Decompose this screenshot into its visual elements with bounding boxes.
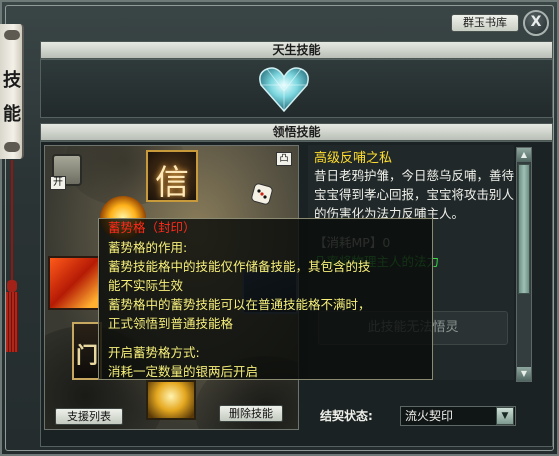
tooltip-line: 能不实际生效 [108, 278, 184, 293]
tooltip-line: 蓄势格中的蓄势技能可以在普通技能格不满时， [108, 297, 371, 312]
tooltip-line: 蓄势格的作用: [108, 240, 188, 255]
xin-glyph: 信 [155, 163, 189, 203]
skill-slot-fire[interactable] [48, 256, 100, 310]
scroll-down-arrow-icon[interactable]: ▼ [517, 367, 531, 381]
tooltip-line: 正式领悟到普通技能格 [108, 316, 234, 331]
skill-description: 昔日老鸦护雏，今日慈乌反哺，善待宝宝得到孝心回报，宝宝将攻击别人的伤害化为法力反… [314, 168, 515, 221]
tab-knob-bottom [4, 142, 20, 152]
innate-skills-header: 天生技能 [40, 41, 553, 59]
gate-glyph: 门 [76, 344, 99, 369]
tab-knob-top [4, 30, 20, 40]
tooltip-line: 消耗一定数量的银两后开启 [108, 364, 259, 379]
tooltip-gap [108, 333, 430, 343]
tooltip-body: 蓄势格的作用: 蓄势技能格中的技能仅作储备技能，其包含的技 能不实际生效 蓄势格… [108, 238, 430, 381]
scroll-up-arrow-icon[interactable]: ▲ [517, 148, 531, 162]
pact-status-label: 结契状态: [320, 409, 373, 423]
heart-crystal-icon[interactable] [255, 61, 313, 115]
scroll-thumb[interactable] [518, 164, 530, 294]
tooltip-title: 蓄势格（封印） [108, 220, 196, 235]
tassel-decoration [6, 160, 18, 352]
open-tag: 开 [50, 176, 66, 190]
chevron-down-icon[interactable]: ▼ [496, 407, 514, 425]
tu-tag: 凸 [276, 152, 292, 166]
library-button[interactable]: 群玉书库 [451, 14, 519, 32]
dice-icon[interactable] [250, 182, 274, 206]
skill-slot-bottom[interactable] [146, 380, 196, 420]
tooltip-line: 开启蓄势格方式: [108, 345, 200, 360]
side-tab-label: 技能 [3, 70, 21, 125]
skill-slot-xin[interactable]: 信 [146, 150, 198, 203]
tooltip-line: 蓄势技能格中的技能仅作储备技能，其包含的技 [108, 259, 371, 274]
description-scrollbar[interactable]: ▲ ▼ [516, 147, 532, 382]
learned-skills-header: 领悟技能 [40, 123, 553, 141]
delete-skill-button[interactable]: 删除技能 [219, 405, 283, 422]
close-button[interactable]: X [523, 10, 549, 36]
support-list-button[interactable]: 支援列表 [55, 408, 123, 425]
side-tab-skills[interactable]: 技能 [0, 24, 24, 159]
